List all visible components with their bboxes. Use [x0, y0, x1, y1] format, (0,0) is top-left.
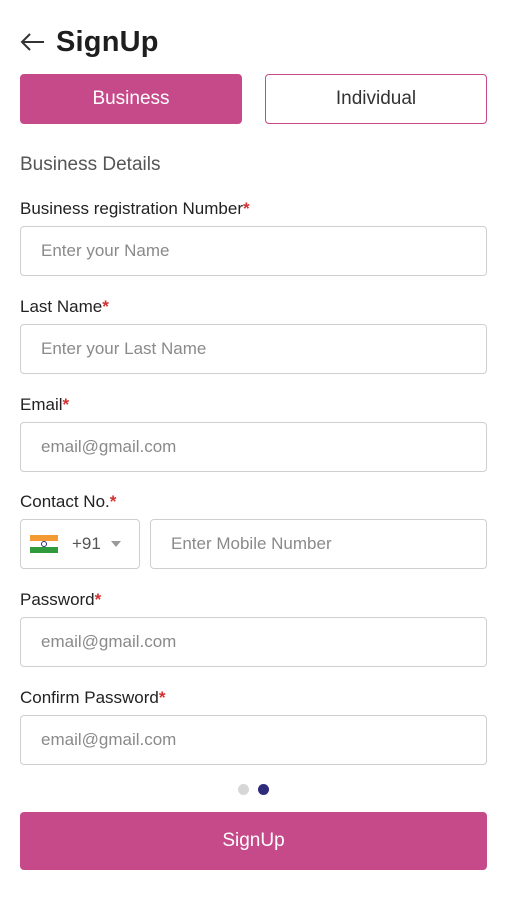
email-field[interactable] [20, 422, 487, 472]
tab-individual[interactable]: Individual [265, 74, 487, 124]
last-name-field[interactable] [20, 324, 487, 374]
email-label: Email* [20, 395, 69, 415]
required-mark: * [102, 297, 109, 316]
password-input[interactable] [41, 632, 486, 652]
password-label-text: Password [20, 590, 95, 609]
confirm-password-label: Confirm Password* [20, 688, 166, 708]
chevron-down-icon [110, 541, 121, 547]
registration-label: Business registration Number* [20, 199, 250, 219]
page-dot-2[interactable] [258, 784, 269, 795]
section-title: Business Details [20, 154, 161, 175]
required-mark: * [62, 395, 70, 414]
contact-label: Contact No.* [20, 492, 116, 512]
password-label: Password* [20, 590, 101, 610]
registration-field[interactable] [20, 226, 487, 276]
required-mark: * [242, 199, 250, 218]
email-input[interactable] [41, 437, 486, 457]
tab-business[interactable]: Business [20, 74, 242, 124]
india-flag-icon [30, 535, 58, 553]
page-dot-1[interactable] [238, 784, 249, 795]
arrow-left-icon[interactable] [20, 32, 46, 52]
contact-label-text: Contact No. [20, 492, 110, 511]
registration-input[interactable] [41, 241, 486, 261]
country-code: +91 [72, 534, 101, 553]
mobile-field[interactable] [150, 519, 487, 569]
page-indicator [238, 784, 278, 795]
confirm-password-label-text: Confirm Password [20, 688, 159, 707]
last-name-label: Last Name* [20, 297, 109, 317]
last-name-label-text: Last Name [20, 297, 103, 316]
required-mark: * [109, 492, 117, 511]
mobile-input[interactable] [171, 534, 486, 554]
signup-button[interactable]: SignUp [20, 812, 487, 870]
page-title: SignUp [56, 25, 159, 58]
password-field[interactable] [20, 617, 487, 667]
required-mark: * [158, 688, 166, 707]
country-code-select[interactable]: +91 [20, 519, 140, 569]
header: SignUp [20, 24, 159, 60]
last-name-input[interactable] [41, 339, 486, 359]
required-mark: * [94, 590, 102, 609]
account-type-tabs: Business Individual [20, 74, 487, 124]
confirm-password-field[interactable] [20, 715, 487, 765]
confirm-password-input[interactable] [41, 730, 486, 750]
registration-label-text: Business registration Number [20, 199, 243, 218]
email-label-text: Email [20, 395, 63, 414]
